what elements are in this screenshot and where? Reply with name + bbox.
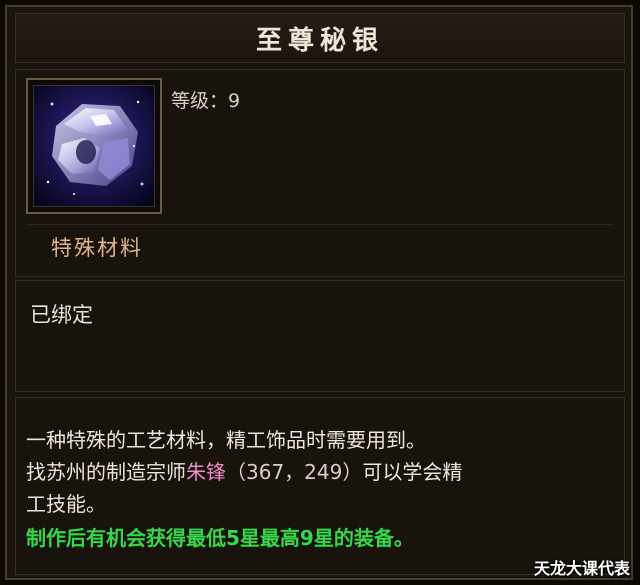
description-line-2: 找苏州的制造宗师朱锋（367，249）可以学会精 [26, 456, 462, 485]
description-panel: 一种特殊的工艺材料，精工饰品时需要用到。 找苏州的制造宗师朱锋（367，249）… [15, 397, 625, 575]
bind-status: 已绑定 [30, 303, 93, 327]
bind-status-panel: 已绑定 [15, 280, 625, 392]
item-info-panel: 等级：9 特殊材料 [15, 69, 625, 277]
description-text: 找苏州的制造宗师 [26, 460, 186, 484]
npc-coordinates: （367，249） [226, 460, 363, 484]
description-text: 可以学会精 [362, 460, 463, 484]
silver-ore-icon [33, 85, 155, 207]
item-category: 特殊材料 [51, 236, 143, 260]
title-bar: 至尊秘银 [15, 13, 625, 63]
description-line-3: 工技能。 [26, 492, 106, 516]
item-level: 等级：9 [171, 90, 241, 112]
description-line-1: 一种特殊的工艺材料，精工饰品时需要用到。 [26, 428, 426, 452]
item-icon-frame [26, 78, 162, 214]
item-tooltip: 至尊秘银 等级：9 特殊材料 已绑定 一种特殊的工艺材料，精工饰品时需要用到。 … [5, 5, 633, 580]
bonus-description: 制作后有机会获得最低5星最高9星的装备。 [26, 526, 414, 550]
divider [26, 224, 614, 225]
item-name: 至尊秘银 [255, 25, 384, 56]
npc-name: 朱锋 [186, 460, 226, 484]
watermark: 天龙大课代表 [533, 559, 630, 578]
